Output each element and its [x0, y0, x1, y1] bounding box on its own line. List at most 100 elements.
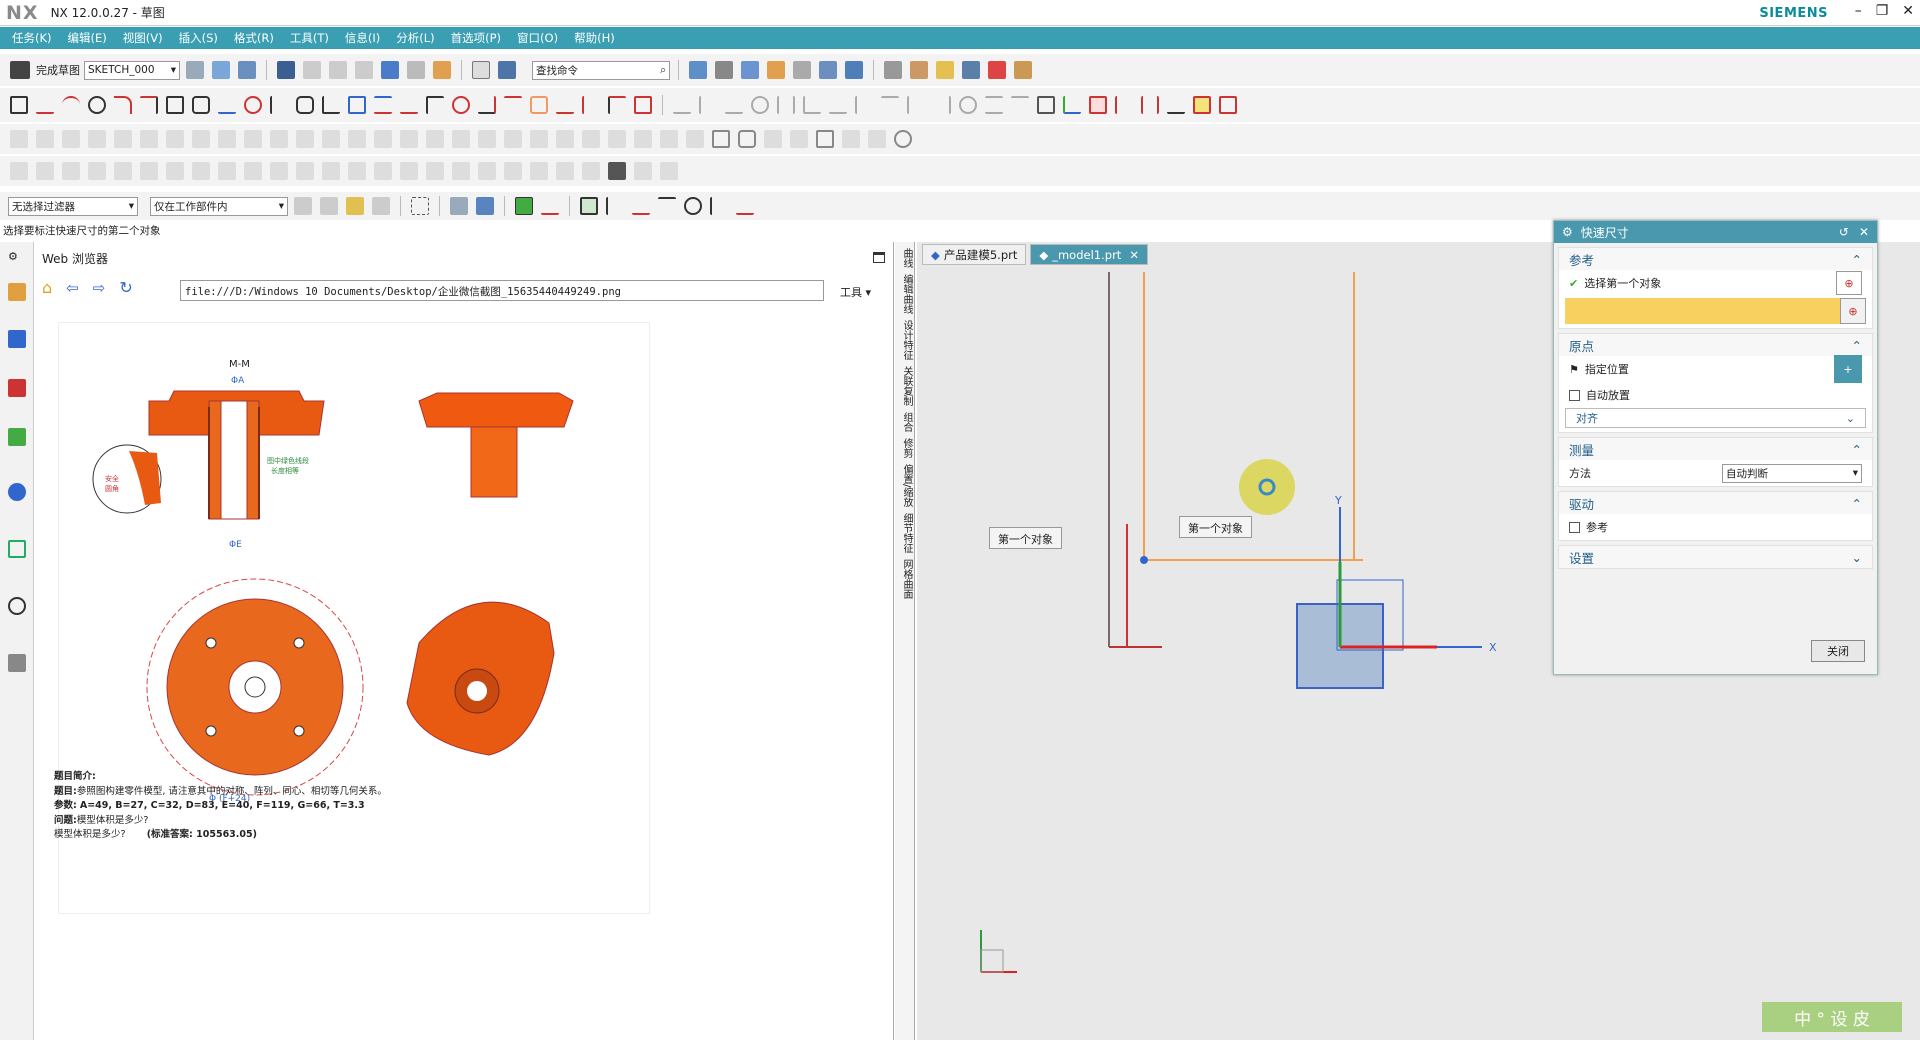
paste-icon[interactable] — [355, 61, 373, 79]
emboss-icon[interactable] — [244, 162, 262, 180]
select-solid-icon[interactable] — [450, 197, 468, 215]
part-navigator-icon[interactable] — [884, 61, 902, 79]
auto-constrain-icon[interactable] — [1063, 96, 1081, 114]
shell-icon[interactable] — [452, 130, 470, 148]
align-dropdown[interactable]: 对齐 ⌄ — [1565, 408, 1866, 428]
finish-sketch-icon[interactable] — [10, 61, 30, 79]
pattern-feature-icon[interactable] — [270, 162, 288, 180]
control-point-icon[interactable] — [606, 197, 624, 215]
vtab-edit-curve[interactable]: 编辑曲线 — [899, 274, 914, 314]
copy-feature-icon[interactable] — [62, 130, 80, 148]
measure-icon[interactable] — [1014, 61, 1032, 79]
symmetric-icon[interactable] — [933, 96, 951, 114]
tools-menu[interactable]: 工具 ▾ — [840, 284, 871, 300]
undo-icon[interactable] — [381, 61, 399, 79]
curve-point-icon[interactable] — [658, 197, 676, 215]
highlight-icon[interactable] — [936, 61, 954, 79]
perpendicular-icon[interactable] — [803, 96, 821, 114]
sew-icon[interactable] — [166, 162, 184, 180]
chamfer-feature-icon[interactable] — [530, 130, 548, 148]
groove-icon[interactable] — [348, 130, 366, 148]
history-icon[interactable] — [8, 597, 26, 615]
equal-length-icon[interactable] — [985, 96, 1003, 114]
trim-body-icon[interactable] — [634, 130, 652, 148]
view-section-icon[interactable] — [845, 61, 863, 79]
pattern-curve-icon[interactable] — [478, 96, 496, 114]
expand-icon[interactable]: ⌄ — [1852, 550, 1862, 565]
angular-dimension-icon[interactable] — [608, 96, 626, 114]
view-icon[interactable] — [212, 61, 230, 79]
derived-line-icon[interactable] — [504, 96, 522, 114]
touch-mode-icon[interactable] — [498, 61, 516, 79]
edge-blend-icon[interactable] — [504, 130, 522, 148]
filter-reset-icon[interactable] — [294, 197, 312, 215]
collinear-icon[interactable] — [829, 96, 847, 114]
menu-task[interactable]: 任务(K) — [12, 30, 52, 46]
reference-checkbox[interactable]: 参考 — [1559, 514, 1872, 540]
dialog-close-icon[interactable]: ✕ — [1859, 225, 1869, 239]
ruled-icon[interactable] — [88, 162, 106, 180]
arc-center-icon[interactable] — [684, 197, 702, 215]
vtab-mesh-surface[interactable]: 网格曲面 — [899, 559, 914, 599]
snap-point-on-icon[interactable] — [515, 197, 533, 215]
sphere-icon[interactable] — [790, 130, 808, 148]
rectangle-icon[interactable] — [166, 96, 184, 114]
profile-icon[interactable] — [10, 96, 28, 114]
render-style-icon[interactable] — [715, 61, 733, 79]
polygon-icon[interactable] — [192, 96, 210, 114]
revolve-icon[interactable] — [218, 130, 236, 148]
concentric-icon[interactable] — [959, 96, 977, 114]
window-icon[interactable] — [472, 61, 490, 79]
command-icon[interactable] — [433, 61, 451, 79]
feature-select-icon[interactable] — [346, 197, 364, 215]
quadrant-point-icon[interactable] — [736, 197, 754, 215]
edit-sketch-icon[interactable] — [10, 130, 28, 148]
tangent-icon[interactable] — [751, 96, 769, 114]
linear-dimension-icon[interactable] — [556, 96, 574, 114]
cut-icon[interactable] — [303, 61, 321, 79]
collapse-icon[interactable]: ⌃ — [1852, 252, 1862, 267]
close-icon[interactable]: ✕ — [1902, 3, 1914, 19]
inferred-constraints-icon[interactable] — [1193, 96, 1211, 114]
forward-icon[interactable] — [114, 130, 132, 148]
rapid-dimension-icon[interactable] — [530, 96, 548, 114]
studio-spline-icon[interactable] — [218, 96, 236, 114]
back-arrow-icon[interactable]: ⇦ — [66, 279, 79, 297]
menu-view[interactable]: 视图(V) — [123, 30, 163, 46]
cone-icon[interactable] — [764, 130, 782, 148]
restore-icon[interactable]: ❐ — [1876, 3, 1889, 19]
pocket-icon[interactable] — [296, 130, 314, 148]
edit-section-icon[interactable] — [793, 61, 811, 79]
boss-icon[interactable] — [270, 130, 288, 148]
vtab-associative-copy[interactable]: 关联复制 — [899, 366, 914, 406]
fillet-icon[interactable] — [114, 96, 132, 114]
thread-icon[interactable] — [426, 130, 444, 148]
assembly-navigator-icon[interactable] — [8, 283, 26, 301]
back-icon[interactable] — [88, 130, 106, 148]
close-button[interactable]: 关闭 — [1811, 640, 1865, 662]
radial-dimension-icon[interactable] — [582, 96, 600, 114]
fixed-icon[interactable] — [855, 96, 873, 114]
swoop-icon[interactable] — [582, 162, 600, 180]
copy-icon[interactable] — [329, 61, 347, 79]
datum-axis-icon[interactable] — [842, 130, 860, 148]
project-curve-icon[interactable] — [348, 96, 366, 114]
vtab-design-feature[interactable]: 设计特征 — [899, 320, 914, 360]
select-second-object-row[interactable]: ⊕ — [1565, 298, 1866, 324]
point-on-curve-icon[interactable] — [907, 96, 925, 114]
tab-product-model[interactable]: ◆ 产品建模5.prt — [922, 244, 1027, 265]
menu-info[interactable]: 信息(I) — [345, 30, 380, 46]
deselect-icon[interactable] — [372, 197, 390, 215]
parallel-icon[interactable] — [777, 96, 795, 114]
relax-dimension-icon[interactable] — [1115, 96, 1133, 114]
collapse-icon[interactable]: ⌃ — [1852, 496, 1862, 511]
pull-face-icon[interactable] — [478, 162, 496, 180]
extract-geometry-icon[interactable] — [348, 162, 366, 180]
geometric-constraint-icon[interactable] — [673, 96, 691, 114]
redo-icon[interactable] — [407, 61, 425, 79]
vtab-curve[interactable]: 曲线 — [899, 248, 914, 268]
vtab-detail-feature[interactable]: 细节特征 — [899, 513, 914, 553]
orient-view-icon[interactable] — [741, 61, 759, 79]
constraint-navigator-icon[interactable] — [8, 330, 26, 348]
type-filter-select[interactable]: 无选择过滤器 ▾ — [8, 196, 138, 216]
